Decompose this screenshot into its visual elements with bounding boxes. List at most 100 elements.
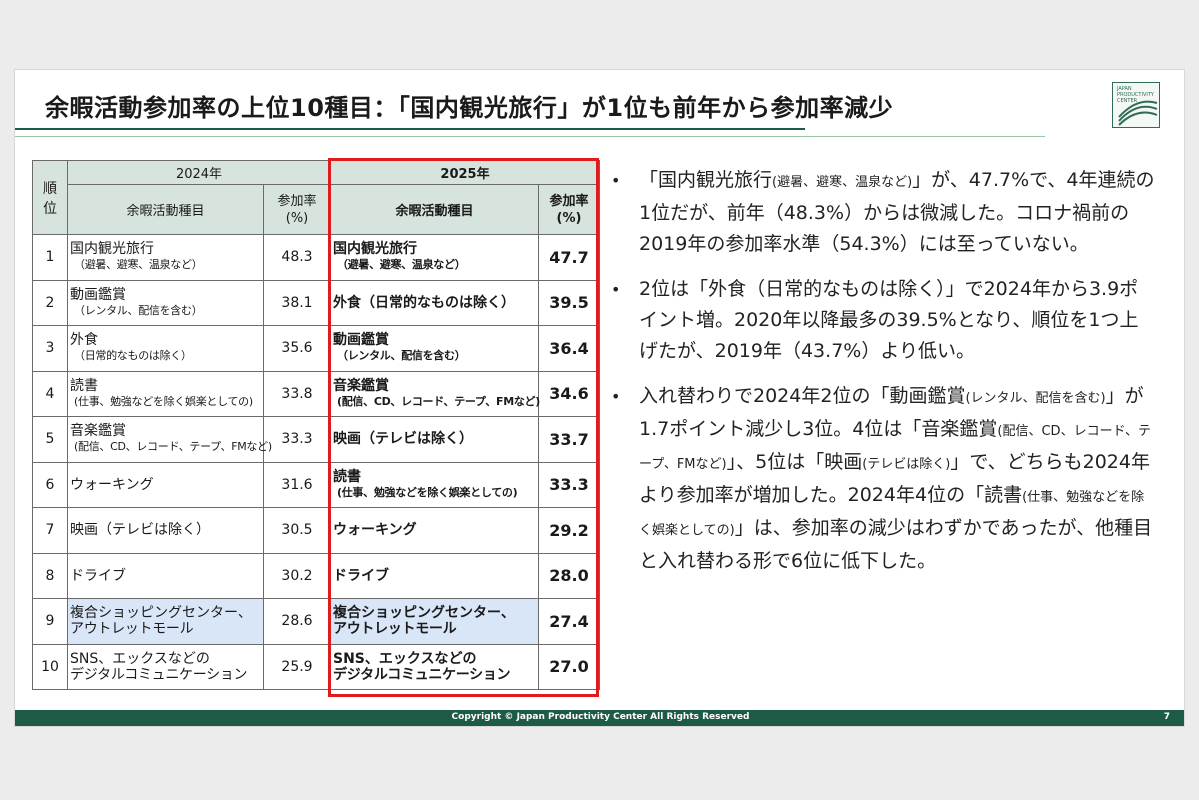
activity-cell: 外食（日常的なものは除く） xyxy=(330,279,539,326)
rank-cell: 6 xyxy=(32,461,68,508)
rate-cell: 31.6 xyxy=(263,461,331,508)
bullet-item: • 2位は「外食（日常的なものは除く）」で2024年から3.9ポイント増。2020… xyxy=(611,274,1156,367)
rate-cell: 33.8 xyxy=(263,370,331,417)
logo-wave-icon xyxy=(1118,100,1158,126)
table-row: 9 複合ショッピングセンター、 アウトレットモール 28.6 xyxy=(32,598,331,645)
rate-cell: 34.6 xyxy=(538,370,600,417)
rank-cell: 7 xyxy=(32,507,68,554)
rate-cell: 47.7 xyxy=(538,234,600,281)
table-row: 1 国内観光旅行 （避暑、避寒、温泉など） 48.3 xyxy=(32,234,331,281)
rate-cell: 25.9 xyxy=(263,643,331,690)
jpc-logo: JAPAN PRODUCTIVITY CENTER xyxy=(1112,82,1160,128)
activity-cell: 国内観光旅行 （避暑、避寒、温泉など） xyxy=(67,234,264,281)
rate-cell: 30.5 xyxy=(263,507,331,554)
activity-name: 映画（テレビは除く） xyxy=(333,431,473,448)
page-number: 7 xyxy=(1163,712,1170,722)
activity-cell: 映画（テレビは除く） xyxy=(330,416,539,463)
activity-name: 読書 xyxy=(333,468,361,485)
rate-cell: 30.2 xyxy=(263,552,331,599)
bullet-dot-icon: • xyxy=(611,280,621,299)
activity-note: （避暑、避寒、温泉など） xyxy=(337,258,466,272)
activity-name: ウォーキング xyxy=(333,522,417,539)
activity-note: デジタルコミュニケーション xyxy=(333,666,511,683)
copyright-text: Copyright © Japan Productivity Center Al… xyxy=(451,712,750,722)
table-row: 映画（テレビは除く） 33.7 xyxy=(330,416,600,463)
slide-title: 余暇活動参加率の上位10種目：「国内観光旅行」が1位も前年から参加率減少 xyxy=(45,94,894,122)
bullet-text: (避暑、避寒、温泉など) xyxy=(772,175,913,190)
item-header-2024: 余暇活動種目 xyxy=(67,184,264,235)
activity-cell: 映画（テレビは除く） xyxy=(67,507,264,554)
table-row: SNS、エックスなどの デジタルコミュニケーション 27.0 xyxy=(330,643,600,690)
rate-header-2024: 参加率 (%) xyxy=(263,184,331,235)
rank-cell: 1 xyxy=(32,234,68,281)
rate-cell: 33.7 xyxy=(538,416,600,463)
activity-cell: SNS、エックスなどの デジタルコミュニケーション xyxy=(330,643,539,690)
rank-cell: 10 xyxy=(32,643,68,690)
table-row: 4 読書 (仕事、勉強などを除く娯楽としての) 33.8 xyxy=(32,370,331,417)
activity-name: 国内観光旅行 xyxy=(333,241,417,258)
table-row: 7 映画（テレビは除く） 30.5 xyxy=(32,507,331,554)
table-row: 3 外食 （日常的なものは除く） 35.6 xyxy=(32,325,331,372)
rank-cell: 4 xyxy=(32,370,68,417)
rate-cell: 39.5 xyxy=(538,279,600,326)
bullet-dot-icon: • xyxy=(611,387,621,406)
activity-name: 映画（テレビは除く） xyxy=(70,522,210,539)
item-header-2025: 余暇活動種目 xyxy=(330,184,539,235)
rank-header: 順 位 xyxy=(32,160,68,235)
bullet-text: 」、5位は「映画 xyxy=(726,451,863,473)
rate-cell: 28.0 xyxy=(538,552,600,599)
activity-name: 読書 xyxy=(70,377,98,394)
rank-cell: 9 xyxy=(32,598,68,645)
activity-name: ウォーキング xyxy=(70,476,154,493)
rate-cell: 28.6 xyxy=(263,598,331,645)
title-underline-light xyxy=(15,136,1045,137)
table-2025: 2025年 余暇活動種目 参加率 (%) 国内観光旅行 （避暑、避寒、温泉など） 4… xyxy=(330,160,600,690)
bullet-text: (レンタル、配信を含む) xyxy=(965,391,1106,406)
activity-name: 音楽鑑賞 xyxy=(70,423,126,440)
activity-cell: 複合ショッピングセンター、 アウトレットモール xyxy=(330,598,539,645)
activity-cell: 国内観光旅行 （避暑、避寒、温泉など） xyxy=(330,234,539,281)
activity-cell: 音楽鑑賞 (配信、CD、レコード、テープ、FMなど) xyxy=(330,370,540,417)
year-header-2025: 2025年 xyxy=(330,160,600,185)
activity-note: （避暑、避寒、温泉など） xyxy=(74,258,203,272)
table-2024: 順 位 2024年 余暇活動種目 参加率 (%) 1 国内観光旅行 （避暑、避寒、温… xyxy=(32,160,331,690)
activity-cell: 動画鑑賞 （レンタル、配信を含む） xyxy=(67,279,264,326)
table-row: 8 ドライブ 30.2 xyxy=(32,552,331,599)
bullet-text: 入れ替わりで2024年2位の「動画鑑賞 xyxy=(639,385,966,407)
table-row: ドライブ 28.0 xyxy=(330,552,600,599)
activity-name: ドライブ xyxy=(70,567,126,584)
slide: 余暇活動参加率の上位10種目：「国内観光旅行」が1位も前年から参加率減少 JAP… xyxy=(14,69,1185,727)
table-row: 複合ショッピングセンター、 アウトレットモール 27.4 xyxy=(330,598,600,645)
table-row: 読書 (仕事、勉強などを除く娯楽としての) 33.3 xyxy=(330,461,600,508)
rank-cell: 2 xyxy=(32,279,68,326)
table-row: 国内観光旅行 （避暑、避寒、温泉など） 47.7 xyxy=(330,234,600,281)
rank-cell: 5 xyxy=(32,416,68,463)
activity-note: (配信、CD、レコード、テープ、FMなど) xyxy=(337,394,540,408)
activity-note: (配信、CD、レコード、テープ、FMなど) xyxy=(74,440,272,454)
activity-note: (仕事、勉強などを除く娯楽としての) xyxy=(337,485,518,499)
activity-cell: ウォーキング xyxy=(67,461,264,508)
bullet-list: • 「国内観光旅行(避暑、避寒、温泉など)」が、47.7%で、4年連続の1位だが、… xyxy=(611,165,1156,591)
activity-name: 外食 xyxy=(70,332,98,349)
rate-cell: 48.3 xyxy=(263,234,331,281)
activity-name: ドライブ xyxy=(333,567,389,584)
activity-name: 国内観光旅行 xyxy=(70,241,154,258)
footer-bar: Copyright © Japan Productivity Center Al… xyxy=(15,710,1184,726)
table-row: 6 ウォーキング 31.6 xyxy=(32,461,331,508)
rate-cell: 27.4 xyxy=(538,598,600,645)
activity-cell: 複合ショッピングセンター、 アウトレットモール xyxy=(67,598,264,645)
table-row: 外食（日常的なものは除く） 39.5 xyxy=(330,279,600,326)
activity-name: 複合ショッピングセンター、 xyxy=(333,605,515,622)
activity-name: 音楽鑑賞 xyxy=(333,377,389,394)
activity-cell: SNS、エックスなどの デジタルコミュニケーション xyxy=(67,643,264,690)
activity-cell: 動画鑑賞 （レンタル、配信を含む） xyxy=(330,325,539,372)
rate-cell: 29.2 xyxy=(538,507,600,554)
activity-cell: ドライブ xyxy=(67,552,264,599)
rate-cell: 38.1 xyxy=(263,279,331,326)
activity-cell: 外食（日常的なものは除く） xyxy=(67,325,264,372)
activity-note: （日常的なものは除く） xyxy=(74,349,192,363)
bullet-item: • 入れ替わりで2024年2位の「動画鑑賞(レンタル、配信を含む)」が1.7ポイン… xyxy=(611,381,1156,577)
activity-note: （レンタル、配信を含む） xyxy=(74,303,203,317)
activity-name: 外食（日常的なものは除く） xyxy=(333,294,515,311)
activity-name: 動画鑑賞 xyxy=(333,332,389,349)
